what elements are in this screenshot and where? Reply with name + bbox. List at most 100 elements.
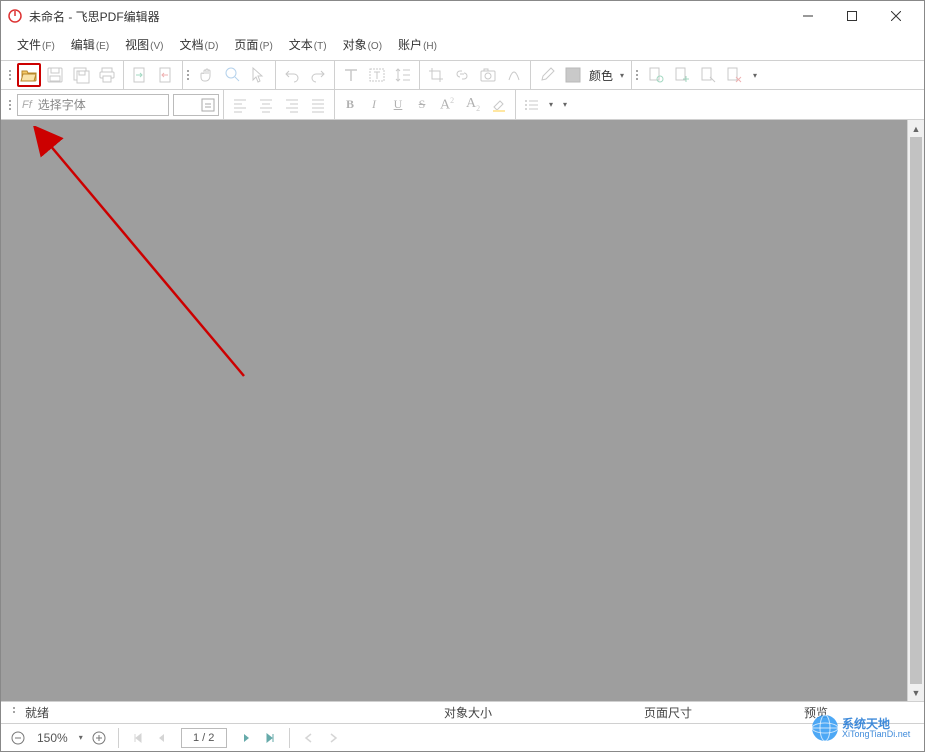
redo-button[interactable] <box>306 63 330 87</box>
file-group <box>13 61 124 89</box>
text-tools-group <box>335 61 420 89</box>
grip-icon[interactable] <box>632 70 640 80</box>
zoom-dropdown[interactable]: ▾ <box>76 726 86 750</box>
menu-edit[interactable]: 编辑(E) <box>63 33 117 56</box>
view-tools-group <box>191 61 276 89</box>
page-op1-button[interactable] <box>644 63 668 87</box>
grip-icon[interactable] <box>9 707 17 719</box>
font-size-select[interactable] <box>173 94 219 116</box>
vertical-scrollbar[interactable]: ▲ ▼ <box>907 120 924 701</box>
print-button[interactable] <box>95 63 119 87</box>
align-group <box>224 90 335 119</box>
strikethrough-button[interactable]: S <box>411 93 433 117</box>
highlight-color-button[interactable] <box>487 93 511 117</box>
toolbar-overflow[interactable]: ▾ <box>750 63 760 87</box>
menu-object[interactable]: 对象(O) <box>335 33 390 56</box>
last-page-button[interactable] <box>259 727 281 749</box>
bold-button[interactable]: B <box>339 93 361 117</box>
export-page-button[interactable] <box>154 63 178 87</box>
annotation-arrow-icon <box>29 126 259 386</box>
list-button[interactable] <box>520 93 544 117</box>
app-icon <box>7 8 23 24</box>
text-box-button[interactable] <box>365 63 389 87</box>
open-button[interactable] <box>17 63 41 87</box>
text-tool-button[interactable] <box>339 63 363 87</box>
scroll-up-button[interactable]: ▲ <box>908 120 924 137</box>
titlebar: 未命名 - 飞思PDF编辑器 <box>1 1 924 31</box>
window-controls <box>786 1 918 31</box>
zoom-tool-button[interactable] <box>221 63 245 87</box>
insert-group <box>420 61 531 89</box>
document-canvas[interactable]: ▲ ▼ <box>1 120 924 701</box>
font-size-group <box>169 90 224 119</box>
menu-text[interactable]: 文本(T) <box>281 33 335 56</box>
menu-page[interactable]: 页面(P) <box>226 33 280 56</box>
grip-icon[interactable] <box>183 70 191 80</box>
subscript-button[interactable]: A2 <box>461 93 485 117</box>
italic-button[interactable]: I <box>363 93 385 117</box>
menubar: 文件(F) 编辑(E) 视图(V) 文档(D) 页面(P) 文本(T) 对象(O… <box>1 31 924 60</box>
status-page-size: 页面尺寸 <box>636 704 796 721</box>
grip-icon[interactable] <box>5 100 13 110</box>
nav-forward-button[interactable] <box>322 727 344 749</box>
scroll-down-button[interactable]: ▼ <box>908 684 924 701</box>
menu-view[interactable]: 视图(V) <box>117 33 171 56</box>
camera-button[interactable] <box>476 63 500 87</box>
zoom-level: 150% <box>31 731 74 745</box>
page-ops-group <box>640 61 750 89</box>
history-group <box>276 61 335 89</box>
page-op3-button[interactable] <box>696 63 720 87</box>
minimize-button[interactable] <box>786 1 830 31</box>
next-page-button[interactable] <box>235 727 257 749</box>
zoom-in-button[interactable] <box>88 727 110 749</box>
app-window: 未命名 - 飞思PDF编辑器 文件(F) 编辑(E) 视图(V) 文档(D) 页… <box>0 0 925 752</box>
maximize-button[interactable] <box>830 1 874 31</box>
toolbar2-overflow[interactable]: ▾ <box>560 93 570 117</box>
link-button[interactable] <box>450 63 474 87</box>
scroll-thumb[interactable] <box>910 137 922 684</box>
color-swatch-button[interactable] <box>561 63 585 87</box>
crop-button[interactable] <box>424 63 448 87</box>
zoom-out-button[interactable] <box>7 727 29 749</box>
status-bar: 就绪 对象大小 页面尺寸 预览 <box>1 701 924 723</box>
close-button[interactable] <box>874 1 918 31</box>
undo-button[interactable] <box>280 63 304 87</box>
page-number-input[interactable]: 1 / 2 <box>181 728 227 748</box>
import-export-group <box>124 61 183 89</box>
align-center-button[interactable] <box>254 93 278 117</box>
align-justify-button[interactable] <box>306 93 330 117</box>
nav-back-button[interactable] <box>298 727 320 749</box>
menu-account[interactable]: 账户(H) <box>390 33 445 56</box>
color-picker-group: 颜色 ▾ <box>531 61 632 89</box>
page-add-button[interactable] <box>670 63 694 87</box>
toolbar-row-2: Ff 选择字体 B I U S A2 A2 ▾ ▾ <box>1 90 924 120</box>
shape-button[interactable] <box>502 63 526 87</box>
line-spacing-button[interactable] <box>391 63 415 87</box>
select-tool-button[interactable] <box>247 63 271 87</box>
first-page-button[interactable] <box>127 727 149 749</box>
import-page-button[interactable] <box>128 63 152 87</box>
align-right-button[interactable] <box>280 93 304 117</box>
list-group: ▾ <box>516 90 560 119</box>
color-dropdown[interactable]: ▾ <box>617 63 627 87</box>
text-style-group: B I U S A2 A2 <box>335 90 516 119</box>
eyedropper-button[interactable] <box>535 63 559 87</box>
prev-page-button[interactable] <box>151 727 173 749</box>
menu-document[interactable]: 文档(D) <box>172 33 227 56</box>
save-as-button[interactable] <box>69 63 93 87</box>
superscript-button[interactable]: A2 <box>435 93 459 117</box>
underline-button[interactable]: U <box>387 93 409 117</box>
font-placeholder: 选择字体 <box>38 96 86 113</box>
align-left-button[interactable] <box>228 93 252 117</box>
status-object-size: 对象大小 <box>436 704 636 721</box>
font-icon: Ff <box>22 99 32 111</box>
navigation-bar: 150% ▾ 1 / 2 <box>1 723 924 751</box>
save-button[interactable] <box>43 63 67 87</box>
hand-tool-button[interactable] <box>195 63 219 87</box>
color-label: 颜色 <box>587 67 615 84</box>
font-family-select[interactable]: Ff 选择字体 <box>17 94 169 116</box>
list-dropdown[interactable]: ▾ <box>546 93 556 117</box>
page-delete-button[interactable] <box>722 63 746 87</box>
grip-icon[interactable] <box>5 70 13 80</box>
menu-file[interactable]: 文件(F) <box>9 33 63 56</box>
